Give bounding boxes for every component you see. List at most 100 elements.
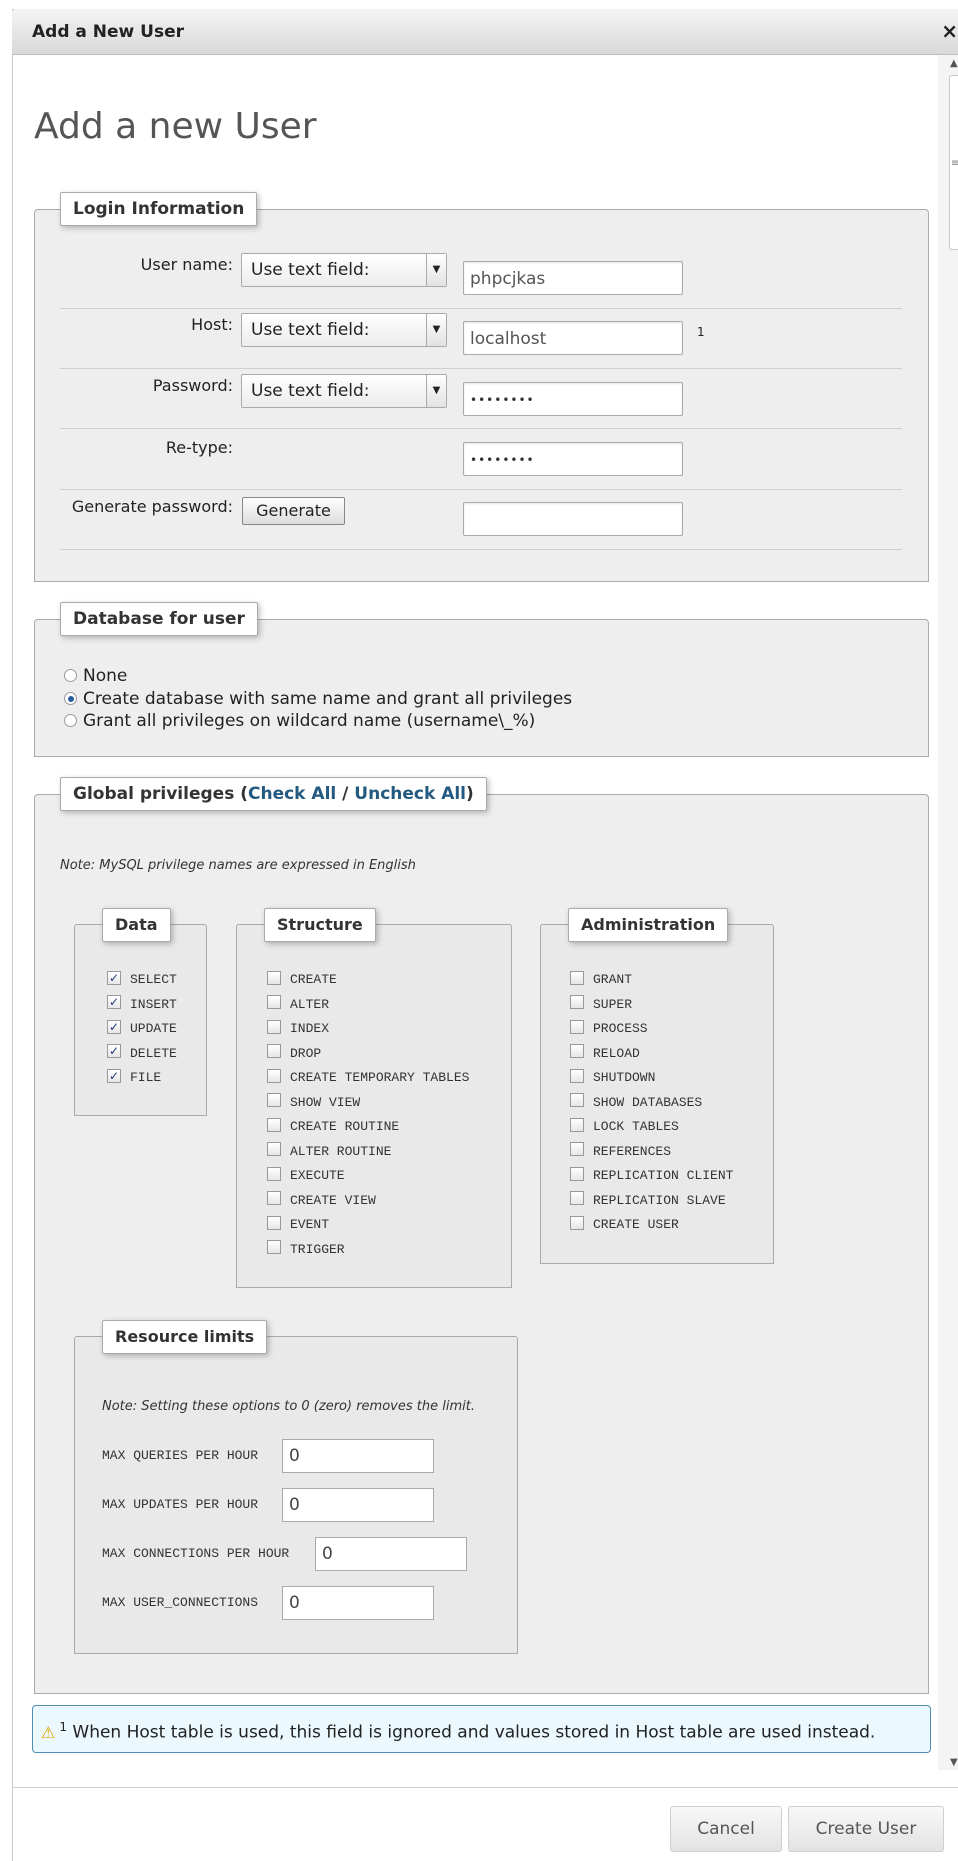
privilege-select[interactable]: ✓ SELECT xyxy=(107,970,177,990)
privilege-checkbox[interactable] xyxy=(267,1019,281,1034)
privilege-delete[interactable]: ✓ DELETE xyxy=(107,1044,177,1064)
generated-password-input[interactable] xyxy=(463,502,683,536)
privilege-checkbox[interactable]: ✓ xyxy=(107,1019,121,1034)
privilege-checkbox[interactable] xyxy=(267,1044,281,1059)
privilege-checkbox[interactable] xyxy=(570,1215,584,1230)
privilege-label: SHUTDOWN xyxy=(593,1070,656,1085)
radio-wildcard[interactable] xyxy=(64,713,77,727)
privilege-insert[interactable]: ✓ INSERT xyxy=(107,995,177,1015)
max-connections-input[interactable]: 0 xyxy=(315,1537,467,1571)
max-user-connections-input[interactable]: 0 xyxy=(282,1586,434,1620)
divider xyxy=(60,428,902,429)
privilege-checkbox[interactable] xyxy=(570,1166,584,1181)
dialog-titlebar: Add a New User × xyxy=(12,9,958,55)
dialog-title: Add a New User xyxy=(32,22,185,42)
privilege-grant[interactable]: GRANT xyxy=(570,970,632,990)
close-icon[interactable]: × xyxy=(941,19,958,43)
privilege-show-view[interactable]: SHOW VIEW xyxy=(267,1093,360,1113)
privilege-label: CREATE xyxy=(290,972,337,987)
privilege-references[interactable]: REFERENCES xyxy=(570,1142,671,1162)
cancel-button[interactable]: Cancel xyxy=(670,1806,782,1852)
max-queries-input[interactable]: 0 xyxy=(282,1439,434,1473)
privilege-checkbox[interactable] xyxy=(570,1117,584,1132)
host-footnote-marker: 1 xyxy=(697,325,705,339)
privilege-label: CREATE ROUTINE xyxy=(290,1119,400,1134)
privilege-checkbox[interactable] xyxy=(267,995,281,1010)
privilege-checkbox[interactable]: ✓ xyxy=(107,1068,121,1083)
privilege-checkbox[interactable] xyxy=(267,1142,281,1157)
privilege-drop[interactable]: DROP xyxy=(267,1044,321,1064)
privilege-checkbox[interactable] xyxy=(570,995,584,1010)
privilege-label: INDEX xyxy=(290,1021,330,1036)
scroll-down-icon[interactable]: ▼ xyxy=(950,1757,958,1768)
privilege-create-user[interactable]: CREATE USER xyxy=(570,1215,679,1235)
scroll-grip-icon: ≡ xyxy=(951,158,958,169)
privilege-reload[interactable]: RELOAD xyxy=(570,1044,640,1064)
privilege-create-temporary-tables[interactable]: CREATE TEMPORARY TABLES xyxy=(267,1068,469,1088)
privilege-index[interactable]: INDEX xyxy=(267,1019,329,1039)
privilege-file[interactable]: ✓ FILE xyxy=(107,1068,161,1088)
privilege-checkbox[interactable]: ✓ xyxy=(107,970,121,985)
radio-create-same-name[interactable] xyxy=(64,691,77,705)
privilege-label: LOCK TABLES xyxy=(593,1119,679,1134)
privilege-label: UPDATE xyxy=(130,1021,177,1036)
privilege-checkbox[interactable] xyxy=(570,970,584,985)
privilege-checkbox[interactable] xyxy=(267,1240,281,1255)
privilege-replication-client[interactable]: REPLICATION CLIENT xyxy=(570,1166,733,1186)
retype-password-input[interactable]: •••••••• xyxy=(463,442,683,476)
privilege-label: REPLICATION CLIENT xyxy=(593,1168,734,1183)
host-input[interactable]: localhost xyxy=(463,321,683,355)
scrollbar[interactable] xyxy=(938,55,958,1770)
username-label: User name: xyxy=(140,255,233,274)
database-for-user-fieldset xyxy=(34,619,929,757)
privilege-checkbox[interactable] xyxy=(570,1044,584,1059)
scroll-up-icon[interactable]: ▲ xyxy=(950,58,958,69)
privilege-trigger[interactable]: TRIGGER xyxy=(267,1240,345,1260)
privilege-checkbox[interactable] xyxy=(267,1215,281,1230)
password-mode-select[interactable]: Use text field: ▼ xyxy=(241,374,447,408)
password-input[interactable]: •••••••• xyxy=(463,382,683,416)
privilege-process[interactable]: PROCESS xyxy=(570,1019,648,1039)
privilege-super[interactable]: SUPER xyxy=(570,995,632,1015)
privilege-label: REPLICATION SLAVE xyxy=(593,1192,726,1208)
generate-button[interactable]: Generate xyxy=(242,497,345,525)
privilege-execute[interactable]: EXECUTE xyxy=(267,1166,345,1186)
max-updates-input[interactable]: 0 xyxy=(282,1488,434,1522)
radio-none[interactable] xyxy=(64,668,77,682)
privilege-show-databases[interactable]: SHOW DATABASES xyxy=(570,1093,702,1113)
privilege-checkbox[interactable]: ✓ xyxy=(107,1044,121,1059)
privilege-checkbox[interactable] xyxy=(267,1117,281,1132)
privilege-lock-tables[interactable]: LOCK TABLES xyxy=(570,1117,679,1137)
privilege-checkbox[interactable]: ✓ xyxy=(107,995,121,1010)
uncheck-all-link[interactable]: Uncheck All xyxy=(354,784,466,804)
privilege-create-routine[interactable]: CREATE ROUTINE xyxy=(267,1117,399,1137)
privilege-update[interactable]: ✓ UPDATE xyxy=(107,1019,177,1039)
host-mode-select[interactable]: Use text field: ▼ xyxy=(241,313,447,347)
create-user-button[interactable]: Create User xyxy=(788,1806,944,1852)
privilege-checkbox[interactable] xyxy=(570,1019,584,1034)
global-privileges-title: Global privileges ( xyxy=(73,784,248,804)
db-option-wildcard[interactable]: Grant all privileges on wildcard name (u… xyxy=(64,711,535,731)
privilege-checkbox[interactable] xyxy=(570,1142,584,1157)
db-option-create-same-name[interactable]: Create database with same name and grant… xyxy=(64,689,572,709)
privilege-replication-slave[interactable]: REPLICATION SLAVE xyxy=(570,1191,726,1211)
privilege-create-view[interactable]: CREATE VIEW xyxy=(267,1191,376,1211)
privilege-checkbox[interactable] xyxy=(267,1166,281,1181)
privilege-shutdown[interactable]: SHUTDOWN xyxy=(570,1068,655,1088)
privilege-alter[interactable]: ALTER xyxy=(267,995,329,1015)
username-mode-select[interactable]: Use text field: ▼ xyxy=(241,253,447,287)
db-option-none[interactable]: None xyxy=(64,666,127,686)
check-all-link[interactable]: Check All xyxy=(248,784,336,804)
privilege-checkbox[interactable] xyxy=(267,970,281,985)
privilege-checkbox[interactable] xyxy=(267,1068,281,1083)
privilege-checkbox[interactable] xyxy=(267,1093,281,1108)
privilege-checkbox[interactable] xyxy=(570,1093,584,1108)
privilege-alter-routine[interactable]: ALTER ROUTINE xyxy=(267,1142,391,1162)
privilege-checkbox[interactable] xyxy=(570,1191,584,1206)
privilege-checkbox[interactable] xyxy=(267,1191,281,1206)
privilege-event[interactable]: EVENT xyxy=(267,1215,329,1235)
username-input[interactable]: phpcjkas xyxy=(463,261,683,295)
privilege-create[interactable]: CREATE xyxy=(267,970,337,990)
db-option-label: None xyxy=(83,666,128,686)
privilege-checkbox[interactable] xyxy=(570,1068,584,1083)
